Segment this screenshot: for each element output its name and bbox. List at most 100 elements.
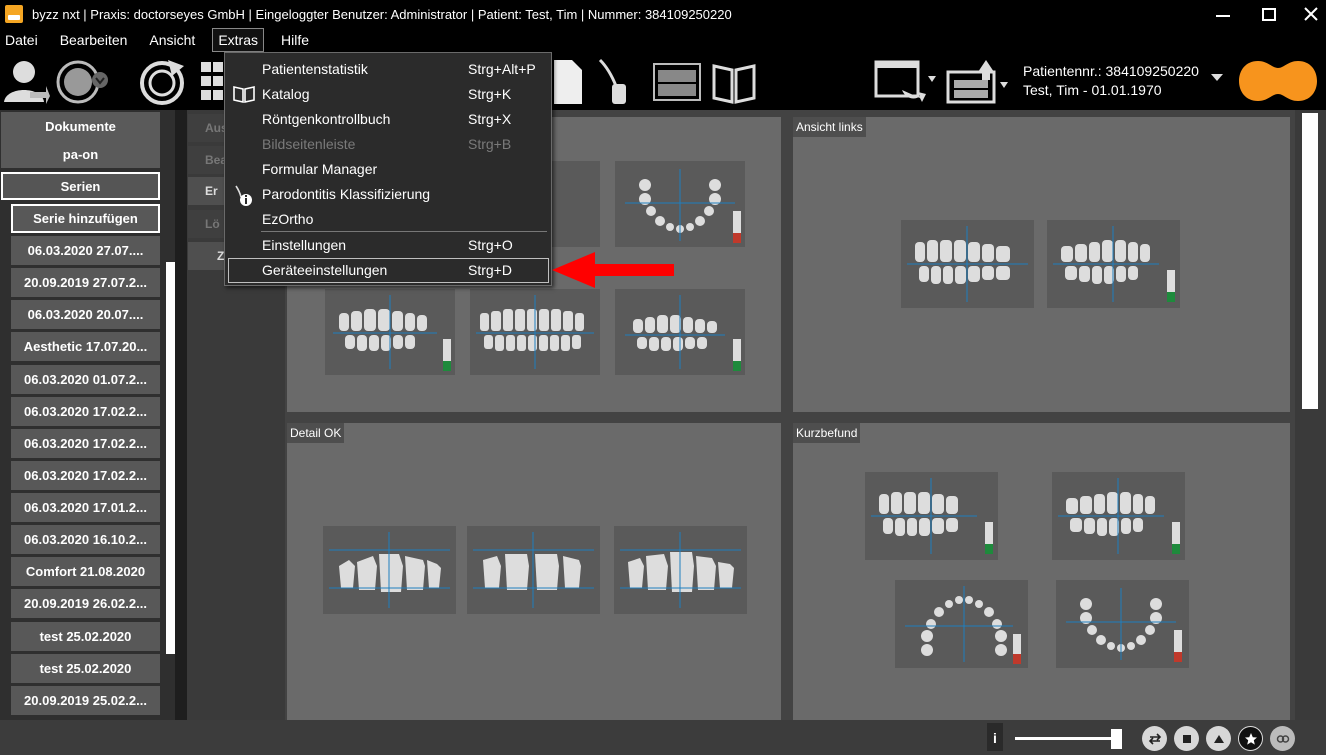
maximize-icon xyxy=(1262,7,1276,21)
menu-item-roentgenkontrollbuch[interactable]: Röntgenkontrollbuch Strg+X xyxy=(225,107,551,132)
close-button[interactable] xyxy=(1288,0,1326,28)
tooth-thumb[interactable] xyxy=(323,526,456,614)
front-teeth-image xyxy=(473,532,594,608)
maximize-button[interactable] xyxy=(1246,0,1292,28)
patient-number: Patientennr.: 384109250220 xyxy=(1023,63,1199,79)
series-item[interactable]: 06.03.2020 20.07.... xyxy=(11,300,160,329)
panel-title: Kurzbefund xyxy=(793,423,861,443)
intraoral-camera-icon[interactable] xyxy=(596,56,636,106)
tooth-thumb[interactable] xyxy=(895,580,1028,668)
series-item[interactable]: 06.03.2020 17.02.2... xyxy=(11,397,160,426)
window-export-icon[interactable] xyxy=(872,56,942,106)
series-item[interactable]: 20.09.2019 25.02.2... xyxy=(11,686,160,715)
menu-item-patientenstatistik[interactable]: Patientenstatistik Strg+Alt+P xyxy=(225,57,551,82)
patient-user-icon[interactable] xyxy=(2,56,50,106)
menu-extras[interactable]: Extras xyxy=(212,28,265,52)
dokumente-button[interactable]: Dokumente xyxy=(1,112,160,140)
series-item[interactable]: 06.03.2020 27.07.... xyxy=(11,236,160,265)
minimize-icon xyxy=(1216,15,1230,17)
series-item[interactable]: test 25.02.2020 xyxy=(11,622,160,651)
tooth-thumb[interactable] xyxy=(1047,220,1180,308)
upload-teeth-icon[interactable] xyxy=(944,56,1012,106)
info-icon[interactable]: i xyxy=(987,723,1003,751)
series-item[interactable]: 06.03.2020 17.02.2... xyxy=(11,461,160,490)
panel-title: Detail OK xyxy=(287,423,345,443)
series-item[interactable]: 06.03.2020 16.10.2... xyxy=(11,525,160,554)
tooth-thumb[interactable] xyxy=(615,161,745,247)
stop-button[interactable] xyxy=(1174,726,1199,751)
menu-item-shortcut: Strg+X xyxy=(468,111,512,127)
red-arrow-annotation xyxy=(552,252,674,288)
menu-item-bildseitenleiste: Bildseitenleiste Strg+B xyxy=(225,132,551,157)
content-scrollbar[interactable] xyxy=(1302,113,1318,409)
menu-item-katalog[interactable]: Katalog Strg+K xyxy=(225,82,551,107)
record-icon[interactable] xyxy=(56,56,108,106)
series-item[interactable]: test 25.02.2020 xyxy=(11,654,160,683)
add-series-button[interactable]: Serie hinzufügen xyxy=(11,204,160,233)
series-item[interactable]: Aesthetic 17.07.20... xyxy=(11,332,160,361)
extras-dropdown-menu: Patientenstatistik Strg+Alt+P Katalog St… xyxy=(224,52,552,286)
serien-button[interactable]: Serien xyxy=(1,172,160,200)
tooth-thumb[interactable] xyxy=(865,472,998,560)
series-item[interactable]: Comfort 21.08.2020 xyxy=(11,557,160,586)
front-teeth-image xyxy=(620,532,741,608)
menu-item-label: Röntgenkontrollbuch xyxy=(262,111,391,127)
menu-item-geraeteeinstellungen[interactable]: Geräteeinstellungen Strg+D xyxy=(228,258,549,283)
pa-on-button[interactable]: pa-on xyxy=(1,140,160,168)
menu-item-shortcut: Strg+Alt+P xyxy=(468,61,536,77)
tooth-thumb[interactable] xyxy=(470,289,600,375)
favorite-button[interactable] xyxy=(1238,726,1263,751)
menu-item-ezortho[interactable]: EzOrtho xyxy=(225,207,551,232)
tooth-thumb[interactable] xyxy=(1052,472,1185,560)
menu-item-einstellungen[interactable]: Einstellungen Strg+O xyxy=(225,233,551,258)
catalog-book-icon[interactable] xyxy=(710,56,758,106)
minimize-button[interactable] xyxy=(1200,0,1246,28)
teeth-image xyxy=(333,295,451,371)
tooth-thumb[interactable] xyxy=(325,289,455,375)
patient-dropdown-icon[interactable] xyxy=(1208,70,1226,84)
tooth-thumb[interactable] xyxy=(614,526,747,614)
series-sidebar: Dokumente pa-on Serien Serie hinzufügen … xyxy=(0,110,175,755)
swap-button[interactable] xyxy=(1142,726,1167,751)
menu-item-label: Patientenstatistik xyxy=(262,61,368,77)
menu-bearbeiten[interactable]: Bearbeiten xyxy=(55,28,133,52)
series-item[interactable]: 06.03.2020 17.01.2... xyxy=(11,493,160,522)
teeth-image xyxy=(1058,478,1180,554)
window-title: byzz nxt | Praxis: doctorseyes GmbH | Ei… xyxy=(32,6,732,22)
link-button[interactable] xyxy=(1270,726,1295,751)
tooth-thumb[interactable] xyxy=(615,289,745,375)
tooth-thumb[interactable] xyxy=(467,526,600,614)
panel-ansicht-links[interactable]: Ansicht links xyxy=(793,117,1290,412)
up-button[interactable] xyxy=(1206,726,1231,751)
menu-item-formular-manager[interactable]: Formular Manager xyxy=(225,157,551,182)
menu-ansicht[interactable]: Ansicht xyxy=(144,28,200,52)
toolbar: Patientennr.: 384109250220 Test, Tim - 0… xyxy=(0,52,1326,110)
zoom-slider-handle[interactable] xyxy=(1111,729,1122,749)
brand-logo-icon xyxy=(1239,61,1317,101)
panel-detail-ok[interactable]: Detail OK xyxy=(287,423,781,720)
swap-icon xyxy=(1148,732,1161,745)
teeth-image xyxy=(871,478,993,554)
series-item[interactable]: 20.09.2019 26.02.2... xyxy=(11,589,160,618)
panel-divider xyxy=(175,110,187,755)
menu-datei[interactable]: Datei xyxy=(0,28,43,52)
zoom-slider-track[interactable] xyxy=(1015,737,1121,740)
tooth-thumb[interactable] xyxy=(1056,580,1189,668)
series-item[interactable]: 06.03.2020 17.02.2... xyxy=(11,429,160,458)
menu-item-shortcut: Strg+B xyxy=(468,136,512,152)
menu-separator xyxy=(261,231,547,232)
refresh-icon[interactable] xyxy=(138,56,188,106)
document-icon[interactable] xyxy=(552,56,584,106)
teeth-image xyxy=(625,295,741,371)
panel-title: Ansicht links xyxy=(793,117,866,137)
xray-teeth-icon[interactable] xyxy=(650,56,704,106)
grid-view-icon[interactable] xyxy=(198,56,226,106)
series-item[interactable]: 06.03.2020 01.07.2... xyxy=(11,365,160,394)
book-icon xyxy=(233,86,255,103)
link-icon xyxy=(1276,734,1289,743)
menu-item-parodontitis[interactable]: Parodontitis Klassifizierung xyxy=(225,182,551,207)
series-item[interactable]: 20.09.2019 27.07.2... xyxy=(11,268,160,297)
panel-kurzbefund[interactable]: Kurzbefund xyxy=(793,423,1290,720)
tooth-thumb[interactable] xyxy=(901,220,1034,308)
menu-hilfe[interactable]: Hilfe xyxy=(276,28,314,52)
